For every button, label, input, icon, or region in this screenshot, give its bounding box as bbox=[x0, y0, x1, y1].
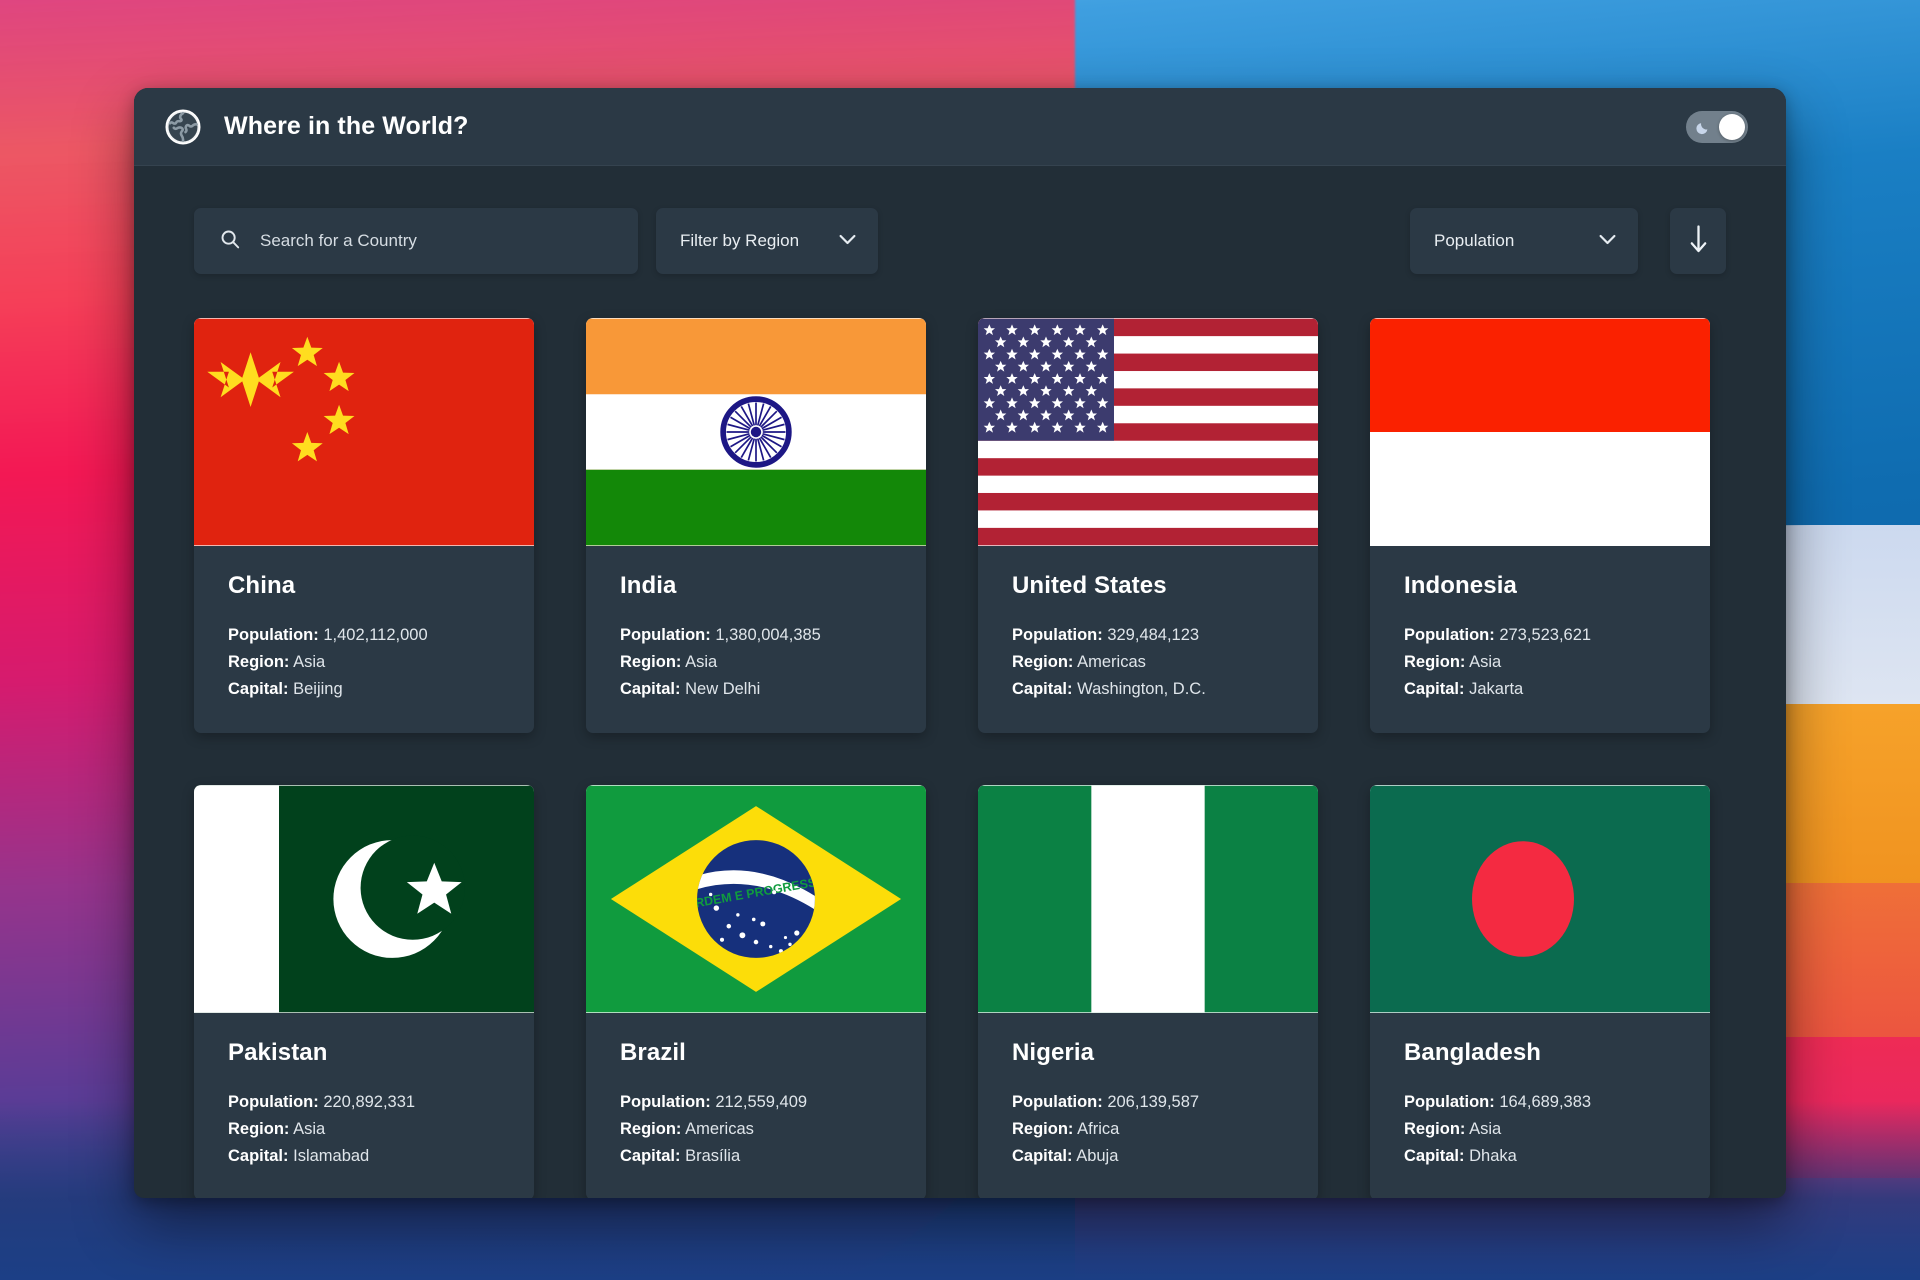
controls-bar: Filter by Region Population bbox=[194, 208, 1726, 274]
country-card[interactable]: India Population: 1,380,004,385 Region: … bbox=[586, 318, 926, 733]
country-region: Region: Asia bbox=[620, 653, 718, 671]
country-name: United States bbox=[1012, 572, 1167, 599]
country-region: Region: Asia bbox=[1404, 653, 1502, 671]
country-capital: Capital: Jakarta bbox=[1404, 680, 1524, 698]
region-filter-label: Filter by Region bbox=[680, 231, 800, 250]
card-body: United States Population: 329,484,123 Re… bbox=[978, 546, 1318, 733]
country-capital: Capital: New Delhi bbox=[620, 680, 761, 698]
flag-brazil: ORDEM E PROGRESSO bbox=[586, 785, 926, 1013]
country-card[interactable]: China Population: 1,402,112,000 Region: … bbox=[194, 318, 534, 733]
dark-mode-toggle[interactable] bbox=[1686, 110, 1748, 143]
sort-direction-button[interactable] bbox=[1670, 208, 1726, 274]
card-body: Brazil Population: 212,559,409 Region: A… bbox=[586, 1013, 926, 1198]
country-population: Population: 212,559,409 bbox=[620, 1093, 808, 1111]
card-body: Indonesia Population: 273,523,621 Region… bbox=[1370, 546, 1710, 733]
country-card[interactable]: ORDEM E PROGRESSO Brazil Population: 212… bbox=[586, 785, 926, 1198]
country-card[interactable]: Indonesia Population: 273,523,621 Region… bbox=[1370, 318, 1710, 733]
country-name: Indonesia bbox=[1404, 572, 1517, 599]
app-header: Where in the World? bbox=[134, 88, 1786, 166]
chevron-down-icon bbox=[1599, 232, 1616, 250]
brand: Where in the World? bbox=[164, 108, 469, 146]
country-region: Region: Asia bbox=[228, 1120, 326, 1138]
flag-nigeria bbox=[978, 785, 1318, 1013]
country-region: Region: Americas bbox=[620, 1120, 754, 1138]
country-region: Region: Asia bbox=[1404, 1120, 1502, 1138]
card-body: Nigeria Population: 206,139,587 Region: … bbox=[978, 1013, 1318, 1198]
country-capital: Capital: Washington, D.C. bbox=[1012, 680, 1206, 698]
country-capital: Capital: Abuja bbox=[1012, 1147, 1119, 1165]
country-card[interactable]: Bangladesh Population: 164,689,383 Regio… bbox=[1370, 785, 1710, 1198]
card-body: Pakistan Population: 220,892,331 Region:… bbox=[194, 1013, 534, 1198]
country-capital: Capital: Brasília bbox=[620, 1147, 741, 1165]
country-population: Population: 1,380,004,385 bbox=[620, 626, 821, 644]
country-name: Nigeria bbox=[1012, 1039, 1095, 1066]
country-population: Population: 1,402,112,000 bbox=[228, 626, 428, 644]
search-container[interactable] bbox=[194, 208, 638, 274]
country-name: India bbox=[620, 572, 677, 599]
toggle-knob bbox=[1719, 113, 1745, 140]
country-grid: China Population: 1,402,112,000 Region: … bbox=[194, 318, 1726, 1198]
country-region: Region: Africa bbox=[1012, 1120, 1120, 1138]
country-card[interactable]: Nigeria Population: 206,139,587 Region: … bbox=[978, 785, 1318, 1198]
search-icon bbox=[220, 229, 240, 254]
globe-icon bbox=[164, 108, 202, 146]
country-region: Region: Americas bbox=[1012, 653, 1146, 671]
country-name: Bangladesh bbox=[1404, 1039, 1542, 1066]
sort-by-label: Population bbox=[1434, 231, 1515, 250]
country-population: Population: 164,689,383 bbox=[1404, 1093, 1592, 1111]
sort-by-dropdown[interactable]: Population bbox=[1410, 208, 1638, 274]
country-population: Population: 220,892,331 bbox=[228, 1093, 416, 1111]
country-population: Population: 273,523,621 bbox=[1404, 626, 1592, 644]
country-population: Population: 206,139,587 bbox=[1012, 1093, 1200, 1111]
flag-united-states bbox=[978, 318, 1318, 546]
flag-indonesia bbox=[1370, 318, 1710, 546]
country-card[interactable]: Pakistan Population: 220,892,331 Region:… bbox=[194, 785, 534, 1198]
country-capital: Capital: Beijing bbox=[228, 680, 343, 698]
card-body: China Population: 1,402,112,000 Region: … bbox=[194, 546, 534, 733]
country-card[interactable]: United States Population: 329,484,123 Re… bbox=[978, 318, 1318, 733]
country-capital: Capital: Islamabad bbox=[228, 1147, 370, 1165]
country-region: Region: Asia bbox=[228, 653, 326, 671]
flag-china bbox=[194, 318, 534, 546]
country-population: Population: 329,484,123 bbox=[1012, 626, 1200, 644]
arrow-down-icon bbox=[1689, 224, 1708, 259]
country-name: Pakistan bbox=[228, 1039, 328, 1066]
card-body: India Population: 1,380,004,385 Region: … bbox=[586, 546, 926, 733]
card-body: Bangladesh Population: 164,689,383 Regio… bbox=[1370, 1013, 1710, 1198]
page-title: Where in the World? bbox=[224, 112, 469, 140]
chevron-down-icon bbox=[839, 232, 856, 250]
country-name: Brazil bbox=[620, 1039, 686, 1066]
country-capital: Capital: Dhaka bbox=[1404, 1147, 1517, 1165]
country-name: China bbox=[228, 572, 296, 599]
search-input[interactable] bbox=[260, 231, 612, 251]
region-filter-dropdown[interactable]: Filter by Region bbox=[656, 208, 878, 274]
flag-bangladesh bbox=[1370, 785, 1710, 1013]
flag-india bbox=[586, 318, 926, 546]
flag-pakistan bbox=[194, 785, 534, 1013]
app-window: Where in the World? Search for a Country… bbox=[134, 88, 1786, 1198]
app-content: Filter by Region Population bbox=[134, 166, 1786, 1198]
